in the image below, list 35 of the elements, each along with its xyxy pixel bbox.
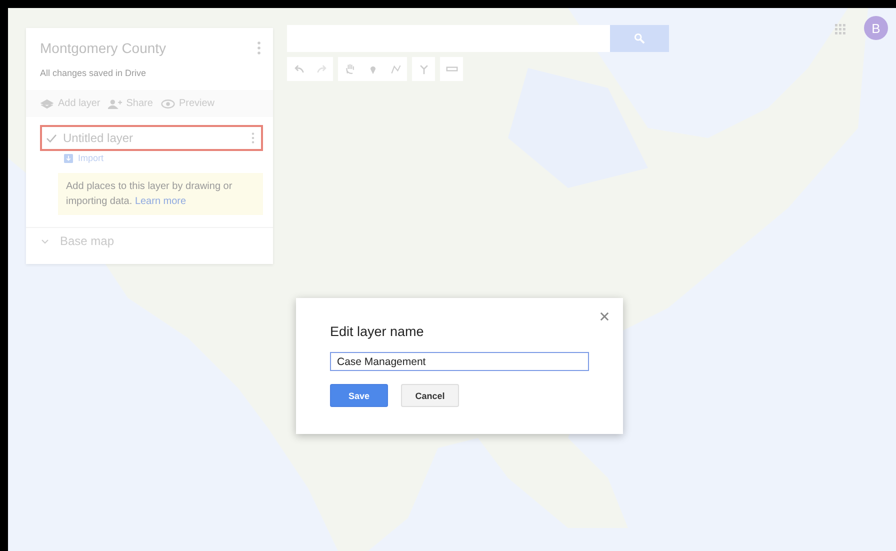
search-icon bbox=[634, 33, 645, 44]
more-options-icon[interactable] bbox=[251, 132, 255, 144]
cancel-button[interactable]: Cancel bbox=[401, 384, 459, 407]
route-tool-button[interactable] bbox=[412, 57, 435, 81]
search-field[interactable] bbox=[287, 25, 610, 52]
ruler-tool-button[interactable] bbox=[440, 57, 463, 81]
line-icon bbox=[390, 63, 402, 75]
checkmark-icon[interactable] bbox=[46, 134, 57, 142]
dialog-title: Edit layer name bbox=[330, 324, 425, 339]
undo-tool-button[interactable] bbox=[287, 57, 310, 81]
import-link[interactable]: Import bbox=[78, 153, 104, 163]
import-icon[interactable] bbox=[64, 154, 73, 162]
layer-hint: Add places to this layer by drawing or importing data. Learn more bbox=[58, 173, 263, 215]
save-button[interactable]: Save bbox=[330, 384, 388, 407]
more-options-icon[interactable] bbox=[257, 41, 261, 55]
layer-row[interactable]: Untitled layer bbox=[40, 125, 263, 151]
layers-icon bbox=[40, 98, 54, 108]
route-icon bbox=[418, 63, 430, 75]
learn-more-link[interactable]: Learn more bbox=[134, 196, 186, 207]
eye-icon bbox=[160, 98, 175, 108]
person-add-icon bbox=[108, 98, 122, 108]
close-icon[interactable] bbox=[600, 312, 609, 321]
account-avatar[interactable]: B bbox=[864, 16, 888, 40]
line-tool-button[interactable] bbox=[384, 57, 407, 81]
layer-name: Untitled layer bbox=[63, 131, 134, 145]
pan-tool-button[interactable] bbox=[338, 57, 361, 81]
save-status: All changes saved in Drive bbox=[39, 67, 148, 78]
search-button[interactable] bbox=[610, 25, 669, 52]
apps-grid-icon[interactable] bbox=[834, 23, 846, 35]
hand-icon bbox=[344, 63, 356, 75]
redo-icon bbox=[316, 63, 328, 75]
undo-icon bbox=[292, 63, 304, 75]
redo-tool-button[interactable] bbox=[310, 57, 333, 81]
map-title: Montgomery County bbox=[40, 40, 166, 56]
layer-name-field[interactable]: Case Management bbox=[330, 352, 589, 371]
